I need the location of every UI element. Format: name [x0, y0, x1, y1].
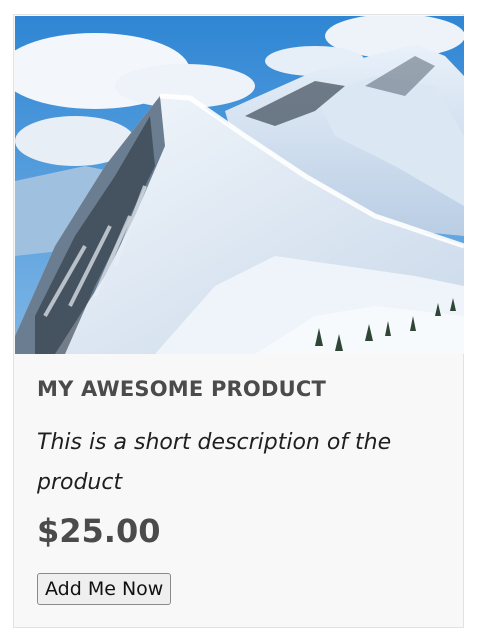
product-image: [15, 16, 464, 354]
product-price: $25.00: [37, 512, 161, 550]
add-to-cart-button[interactable]: Add Me Now: [37, 573, 172, 605]
product-title: MY AWESOME PRODUCT: [37, 377, 326, 401]
product-description: This is a short description of the produ…: [37, 430, 392, 495]
product-card: MY AWESOME PRODUCT This is a short descr…: [13, 14, 464, 628]
